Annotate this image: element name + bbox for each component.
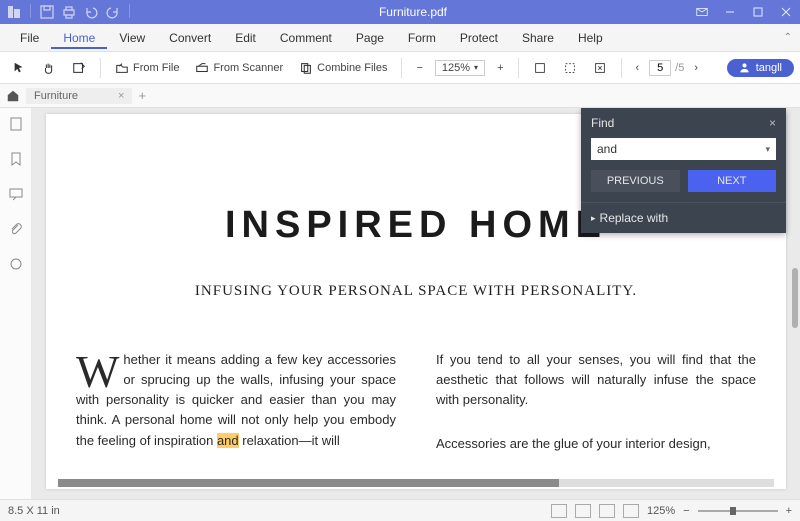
app-logo-icon bbox=[6, 4, 22, 20]
title-bar: Furniture.pdf bbox=[0, 0, 800, 24]
prev-page-button[interactable]: ‹ bbox=[630, 59, 646, 77]
find-previous-button[interactable]: PREVIOUS bbox=[591, 170, 680, 192]
doc-column-left: Whether it means adding a few key access… bbox=[76, 350, 396, 455]
view-two-icon[interactable] bbox=[599, 504, 615, 518]
mail-icon[interactable] bbox=[688, 0, 716, 24]
page-total: /5 bbox=[675, 62, 684, 74]
user-pill[interactable]: tangll bbox=[727, 59, 794, 77]
zoom-out-status[interactable]: − bbox=[683, 505, 689, 517]
menu-convert[interactable]: Convert bbox=[157, 27, 223, 49]
chevron-down-icon: ▾ bbox=[474, 63, 478, 72]
status-bar: 8.5 X 11 in 125% − + bbox=[0, 499, 800, 521]
tab-close-icon[interactable]: × bbox=[118, 90, 124, 102]
menu-form[interactable]: Form bbox=[396, 27, 448, 49]
from-scanner-button[interactable]: From Scanner bbox=[189, 58, 289, 78]
view-single-icon[interactable] bbox=[551, 504, 567, 518]
menu-share[interactable]: Share bbox=[510, 27, 566, 49]
home-icon[interactable] bbox=[6, 89, 20, 103]
actual-size-icon[interactable] bbox=[587, 58, 613, 78]
maximize-button[interactable] bbox=[744, 0, 772, 24]
fit-page-icon[interactable] bbox=[557, 58, 583, 78]
window-title: Furniture.pdf bbox=[138, 5, 688, 19]
zoom-value[interactable]: 125%▾ bbox=[435, 60, 485, 76]
toolbar: From File From Scanner Combine Files − 1… bbox=[0, 52, 800, 84]
user-icon bbox=[739, 62, 750, 73]
status-zoom: 125% bbox=[647, 505, 675, 517]
print-icon[interactable] bbox=[61, 4, 77, 20]
edit-tool[interactable] bbox=[66, 58, 92, 78]
combine-files-button[interactable]: Combine Files bbox=[293, 58, 393, 78]
menu-comment[interactable]: Comment bbox=[268, 27, 344, 49]
find-input[interactable] bbox=[591, 138, 759, 160]
circle-icon[interactable] bbox=[8, 256, 24, 277]
find-dropdown-icon[interactable]: ▾ bbox=[759, 144, 776, 155]
menu-page[interactable]: Page bbox=[344, 27, 396, 49]
page-number-input[interactable] bbox=[649, 60, 671, 76]
document-area: INSPIRED HOME INFUSING YOUR PERSONAL SPA… bbox=[32, 108, 800, 499]
menu-protect[interactable]: Protect bbox=[448, 27, 510, 49]
find-next-button[interactable]: NEXT bbox=[688, 170, 777, 192]
menu-view[interactable]: View bbox=[107, 27, 157, 49]
vertical-scrollbar[interactable] bbox=[792, 268, 798, 328]
save-icon[interactable] bbox=[39, 4, 55, 20]
hand-tool[interactable] bbox=[36, 58, 62, 78]
replace-toggle[interactable]: ▸ Replace with bbox=[581, 202, 786, 233]
comments-icon[interactable] bbox=[8, 186, 24, 207]
document-tabs: Furniture × + bbox=[0, 84, 800, 108]
close-button[interactable] bbox=[772, 0, 800, 24]
menu-help[interactable]: Help bbox=[566, 27, 615, 49]
zoom-out-button[interactable]: − bbox=[410, 59, 428, 77]
find-title: Find bbox=[591, 116, 614, 130]
new-tab-button[interactable]: + bbox=[138, 88, 146, 103]
page-dimensions: 8.5 X 11 in bbox=[8, 505, 60, 517]
view-continuous-icon[interactable] bbox=[575, 504, 591, 518]
from-file-button[interactable]: From File bbox=[109, 58, 185, 78]
thumbnails-icon[interactable] bbox=[8, 116, 24, 137]
bookmarks-icon[interactable] bbox=[8, 151, 24, 172]
minimize-button[interactable] bbox=[716, 0, 744, 24]
find-close-icon[interactable]: × bbox=[769, 116, 776, 130]
menu-edit[interactable]: Edit bbox=[223, 27, 268, 49]
view-two-cont-icon[interactable] bbox=[623, 504, 639, 518]
zoom-slider[interactable] bbox=[698, 510, 778, 512]
zoom-in-button[interactable]: + bbox=[491, 59, 509, 77]
next-page-button[interactable]: › bbox=[688, 59, 704, 77]
zoom-in-status[interactable]: + bbox=[786, 505, 792, 517]
search-highlight: and bbox=[217, 433, 239, 448]
menu-home[interactable]: Home bbox=[51, 27, 107, 49]
fit-width-icon[interactable] bbox=[527, 58, 553, 78]
attachments-icon[interactable] bbox=[8, 221, 24, 242]
side-toolbar bbox=[0, 108, 32, 499]
redo-icon[interactable] bbox=[105, 4, 121, 20]
find-panel: Find × ▾ PREVIOUS NEXT ▸ Replace with bbox=[581, 108, 786, 233]
doc-subheading: INFUSING YOUR PERSONAL SPACE WITH PERSON… bbox=[76, 283, 756, 300]
menu-file[interactable]: File bbox=[8, 27, 51, 49]
doc-column-right: If you tend to all your senses, you will… bbox=[436, 350, 756, 455]
chevron-right-icon: ▸ bbox=[591, 213, 596, 224]
select-tool[interactable] bbox=[6, 58, 32, 78]
collapse-ribbon-icon[interactable]: ⌃ bbox=[784, 32, 792, 43]
horizontal-scrollbar[interactable] bbox=[58, 479, 774, 487]
tab-furniture[interactable]: Furniture × bbox=[26, 88, 132, 104]
menu-bar: File Home View Convert Edit Comment Page… bbox=[0, 24, 800, 52]
undo-icon[interactable] bbox=[83, 4, 99, 20]
